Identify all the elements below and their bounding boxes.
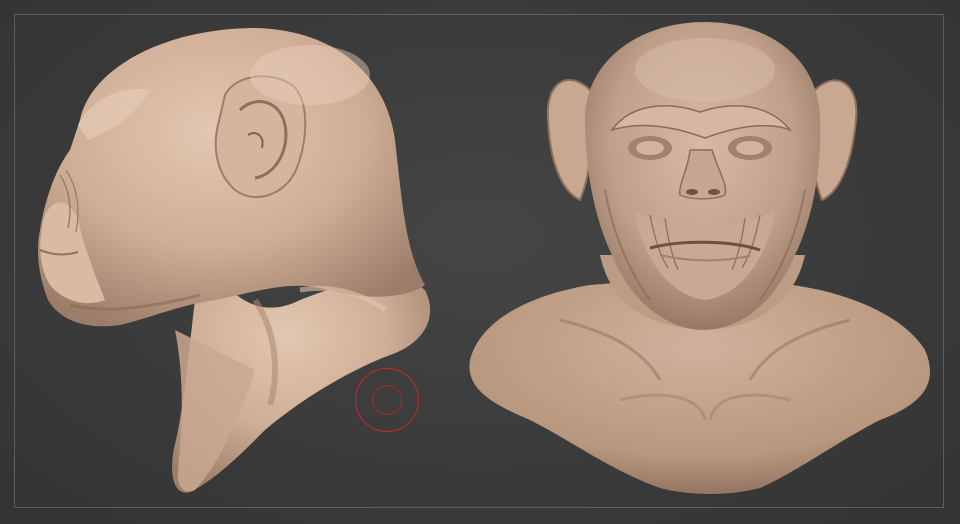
- brush-focal-ring: [372, 385, 402, 415]
- scene-render[interactable]: [0, 0, 960, 524]
- brush-cursor-icon[interactable]: [355, 368, 419, 432]
- sculpt-viewport[interactable]: [0, 0, 960, 524]
- chimp-bust-front-view[interactable]: [469, 22, 930, 494]
